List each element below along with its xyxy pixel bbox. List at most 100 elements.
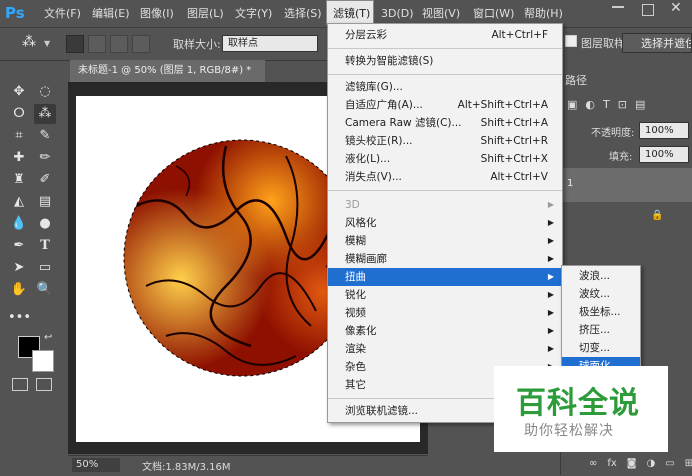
tools-panel: ✥ ◌ ⵔ ⁂ ⌗ ✎ ✚ ✏ ♜ ✐ ◭ ▤ 💧 ● ✒ T ➤ ▭ ✋ 🔍 …: [6, 80, 64, 400]
menu-filter[interactable]: 滤镜(T): [326, 0, 374, 25]
magic-wand-preset-icon[interactable]: ⁂: [22, 34, 36, 50]
menu-item-vanishing-point[interactable]: 消失点(V)... Alt+Ctrl+V: [328, 168, 562, 186]
elliptical-marquee-icon[interactable]: ◌: [34, 82, 56, 102]
menu-item-render[interactable]: 渲染 ▶: [328, 340, 562, 358]
menu-item-3d: 3D ▶: [345, 199, 554, 211]
menu-select[interactable]: 选择(S): [284, 0, 322, 27]
eyedropper-icon[interactable]: ✎: [34, 126, 56, 146]
adjustment-filter-icon[interactable]: ◐: [585, 98, 595, 114]
more-tools-icon[interactable]: •••: [8, 308, 31, 328]
history-brush-icon[interactable]: ✐: [34, 170, 56, 190]
shape-filter-icon[interactable]: ⊡: [618, 98, 627, 114]
dodge-icon[interactable]: ●: [34, 214, 56, 234]
submenu-item-shear[interactable]: 切变...: [562, 339, 640, 357]
watermark-subtitle: 助你轻松解决: [524, 423, 614, 439]
rectangle-icon[interactable]: ▭: [34, 258, 56, 278]
menu-separator: [328, 190, 562, 191]
healing-brush-icon[interactable]: ✚: [8, 148, 30, 168]
opacity-label: 不透明度:: [591, 128, 635, 139]
menu-item-pixelate[interactable]: 像素化 ▶: [328, 322, 562, 340]
fx-icon[interactable]: fx: [607, 458, 616, 469]
sample-size-select[interactable]: 取样点: [222, 35, 318, 52]
sample-all-layers-label: 图层取样: [581, 37, 625, 50]
menu-item-lens-correction[interactable]: 镜头校正(R)... Shift+Ctrl+R: [328, 132, 562, 150]
menu-separator: [328, 74, 562, 75]
menu-layer[interactable]: 图层(L): [187, 0, 224, 27]
blur-icon[interactable]: 💧: [8, 214, 30, 234]
menu-item-distort[interactable]: 扭曲 ▶: [328, 268, 562, 286]
type-filter-icon[interactable]: T: [603, 98, 610, 114]
subtract-selection-button[interactable]: [110, 35, 128, 53]
gradient-icon[interactable]: ▤: [34, 192, 56, 212]
clone-stamp-icon[interactable]: ♜: [8, 170, 30, 190]
menu-image[interactable]: 图像(I): [140, 0, 174, 27]
menu-item-camera-raw[interactable]: Camera Raw 滤镜(C)... Shift+Ctrl+A: [328, 114, 562, 132]
submenu-item-pinch[interactable]: 挤压...: [562, 321, 640, 339]
status-bar: [68, 455, 428, 476]
new-group-icon[interactable]: ▭: [665, 458, 674, 469]
photoshop-logo: Ps: [5, 4, 25, 22]
zoom-field[interactable]: 50%: [72, 458, 120, 472]
image-filter-icon[interactable]: ▣: [567, 98, 577, 114]
layer-row-label: 1: [567, 178, 574, 189]
crop-icon[interactable]: ⌗: [8, 126, 30, 146]
menu-item-sharpen[interactable]: 锐化 ▶: [328, 286, 562, 304]
eraser-icon[interactable]: ◭: [8, 192, 30, 212]
layer-filter-icons: ▣ ◐ T ⊡ ▤: [567, 98, 687, 114]
panel-tab-paths[interactable]: 路径: [565, 72, 587, 88]
menu-item-smart-filter[interactable]: 转换为智能滤镜(S): [328, 52, 562, 70]
menu-item-stylize[interactable]: 风格化 ▶: [328, 214, 562, 232]
zoom-icon[interactable]: 🔍: [34, 280, 56, 300]
submenu-item-wave[interactable]: 波浪...: [562, 267, 640, 285]
menu-type[interactable]: 文字(Y): [235, 0, 272, 27]
menu-item-blur-gallery[interactable]: 模糊画廊 ▶: [328, 250, 562, 268]
menu-item-video[interactable]: 视频 ▶: [328, 304, 562, 322]
document-tab[interactable]: 未标题-1 @ 50% (图层 1, RGB/8#) *: [70, 60, 265, 82]
sample-size-label: 取样大小:: [173, 38, 221, 51]
quick-mask-icon[interactable]: [12, 378, 28, 391]
minimize-icon[interactable]: [612, 6, 624, 8]
add-mask-icon[interactable]: ◙: [627, 458, 637, 469]
background-color-swatch[interactable]: [32, 350, 54, 372]
new-selection-button[interactable]: [66, 35, 84, 53]
filter-menu: 分层云彩 Alt+Ctrl+F 转换为智能滤镜(S) 滤镜库(G)... 自适应…: [327, 23, 563, 423]
close-icon[interactable]: ✕: [670, 0, 682, 16]
smart-filter-icon[interactable]: ▤: [635, 98, 645, 114]
distort-submenu: 波浪... 波纹... 极坐标... 挤压... 切变... 球面化...: [561, 265, 641, 370]
chevron-down-icon[interactable]: ▼: [44, 39, 50, 48]
swap-colors-icon[interactable]: ↩: [44, 332, 52, 343]
menu-item-clouds[interactable]: 分层云彩 Alt+Ctrl+F: [328, 26, 562, 44]
screen-mode-icon[interactable]: [36, 378, 52, 391]
maximize-icon[interactable]: [642, 4, 654, 16]
select-and-mask-button[interactable]: 选择并遮住...: [622, 33, 692, 53]
link-layers-icon[interactable]: ∞: [589, 458, 597, 469]
submenu-item-polar-coordinates[interactable]: 极坐标...: [562, 303, 640, 321]
new-layer-icon[interactable]: ⊞: [685, 458, 692, 469]
fill-select[interactable]: 100%: [639, 146, 689, 163]
hand-icon[interactable]: ✋: [8, 280, 30, 300]
add-selection-button[interactable]: [88, 35, 106, 53]
adjustment-layer-icon[interactable]: ◑: [647, 458, 656, 469]
menu-item-blur[interactable]: 模糊 ▶: [328, 232, 562, 250]
move-icon[interactable]: ✥: [8, 82, 30, 102]
document-size-info: 文档:1.83M/3.16M: [142, 462, 231, 473]
pen-icon[interactable]: ✒: [8, 236, 30, 256]
layers-footer: ∞ fx ◙ ◑ ▭ ⊞ 🗑: [561, 452, 692, 474]
menu-item-liquify[interactable]: 液化(L)... Shift+Ctrl+X: [328, 150, 562, 168]
lasso-icon[interactable]: ⵔ: [8, 104, 30, 124]
menu-item-filter-gallery[interactable]: 滤镜库(G)...: [328, 78, 562, 96]
type-icon[interactable]: T: [34, 236, 56, 256]
magic-wand-icon[interactable]: ⁂: [34, 104, 56, 124]
brush-icon[interactable]: ✏: [34, 148, 56, 168]
opacity-select[interactable]: 100%: [639, 122, 689, 139]
menu-item-adaptive-wide-angle[interactable]: 自适应广角(A)... Alt+Shift+Ctrl+A: [328, 96, 562, 114]
menu-file[interactable]: 文件(F): [44, 0, 81, 27]
menu-edit[interactable]: 编辑(E): [92, 0, 130, 27]
fill-label: 填充:: [609, 152, 633, 163]
intersect-selection-button[interactable]: [132, 35, 150, 53]
menu-separator: [328, 48, 562, 49]
submenu-item-ripple[interactable]: 波纹...: [562, 285, 640, 303]
watermark-title: 百科全说: [516, 386, 640, 421]
path-selection-icon[interactable]: ➤: [8, 258, 30, 278]
layer-row-active[interactable]: [561, 168, 692, 202]
